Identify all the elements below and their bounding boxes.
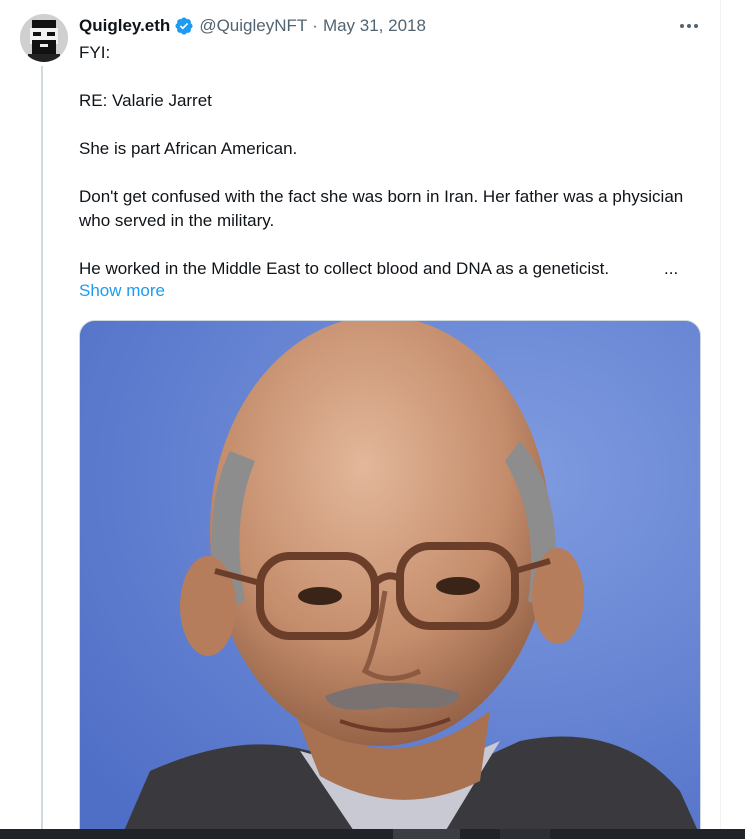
taskbar-item[interactable] <box>393 829 460 839</box>
tweet-paragraph: He worked in the Middle East to collect … <box>79 259 610 278</box>
taskbar <box>0 829 745 839</box>
tweet-paragraph: RE: Valarie Jarret <box>79 91 212 110</box>
thread-line <box>41 66 43 839</box>
taskbar-item[interactable] <box>500 829 550 839</box>
more-options-button[interactable] <box>676 16 702 36</box>
separator-dot: · <box>312 16 318 35</box>
user-handle[interactable]: @QuigleyNFT <box>199 16 307 36</box>
avatar-image <box>20 14 68 62</box>
tweet-date[interactable]: May 31, 2018 <box>323 16 426 36</box>
tweet-paragraph: Don't get confused with the fact she was… <box>79 187 684 230</box>
timeline-border <box>720 0 721 839</box>
show-more-link[interactable]: Show more <box>79 281 165 301</box>
tweet-paragraph: She is part African American. <box>79 139 298 158</box>
more-horizontal-icon <box>680 24 698 28</box>
truncation-ellipsis: ... <box>664 259 679 278</box>
tweet-photo[interactable] <box>79 320 701 839</box>
tweet-text: FYI: RE: Valarie Jarret She is part Afri… <box>79 41 699 281</box>
avatar[interactable] <box>20 14 68 62</box>
tweet-paragraph: FYI: <box>79 43 111 62</box>
verified-badge-icon[interactable] <box>174 16 194 36</box>
tweet-header: Quigley.eth @QuigleyNFT · May 31, 2018 <box>79 14 426 38</box>
portrait-photo <box>80 321 700 838</box>
display-name[interactable]: Quigley.eth <box>79 16 170 36</box>
